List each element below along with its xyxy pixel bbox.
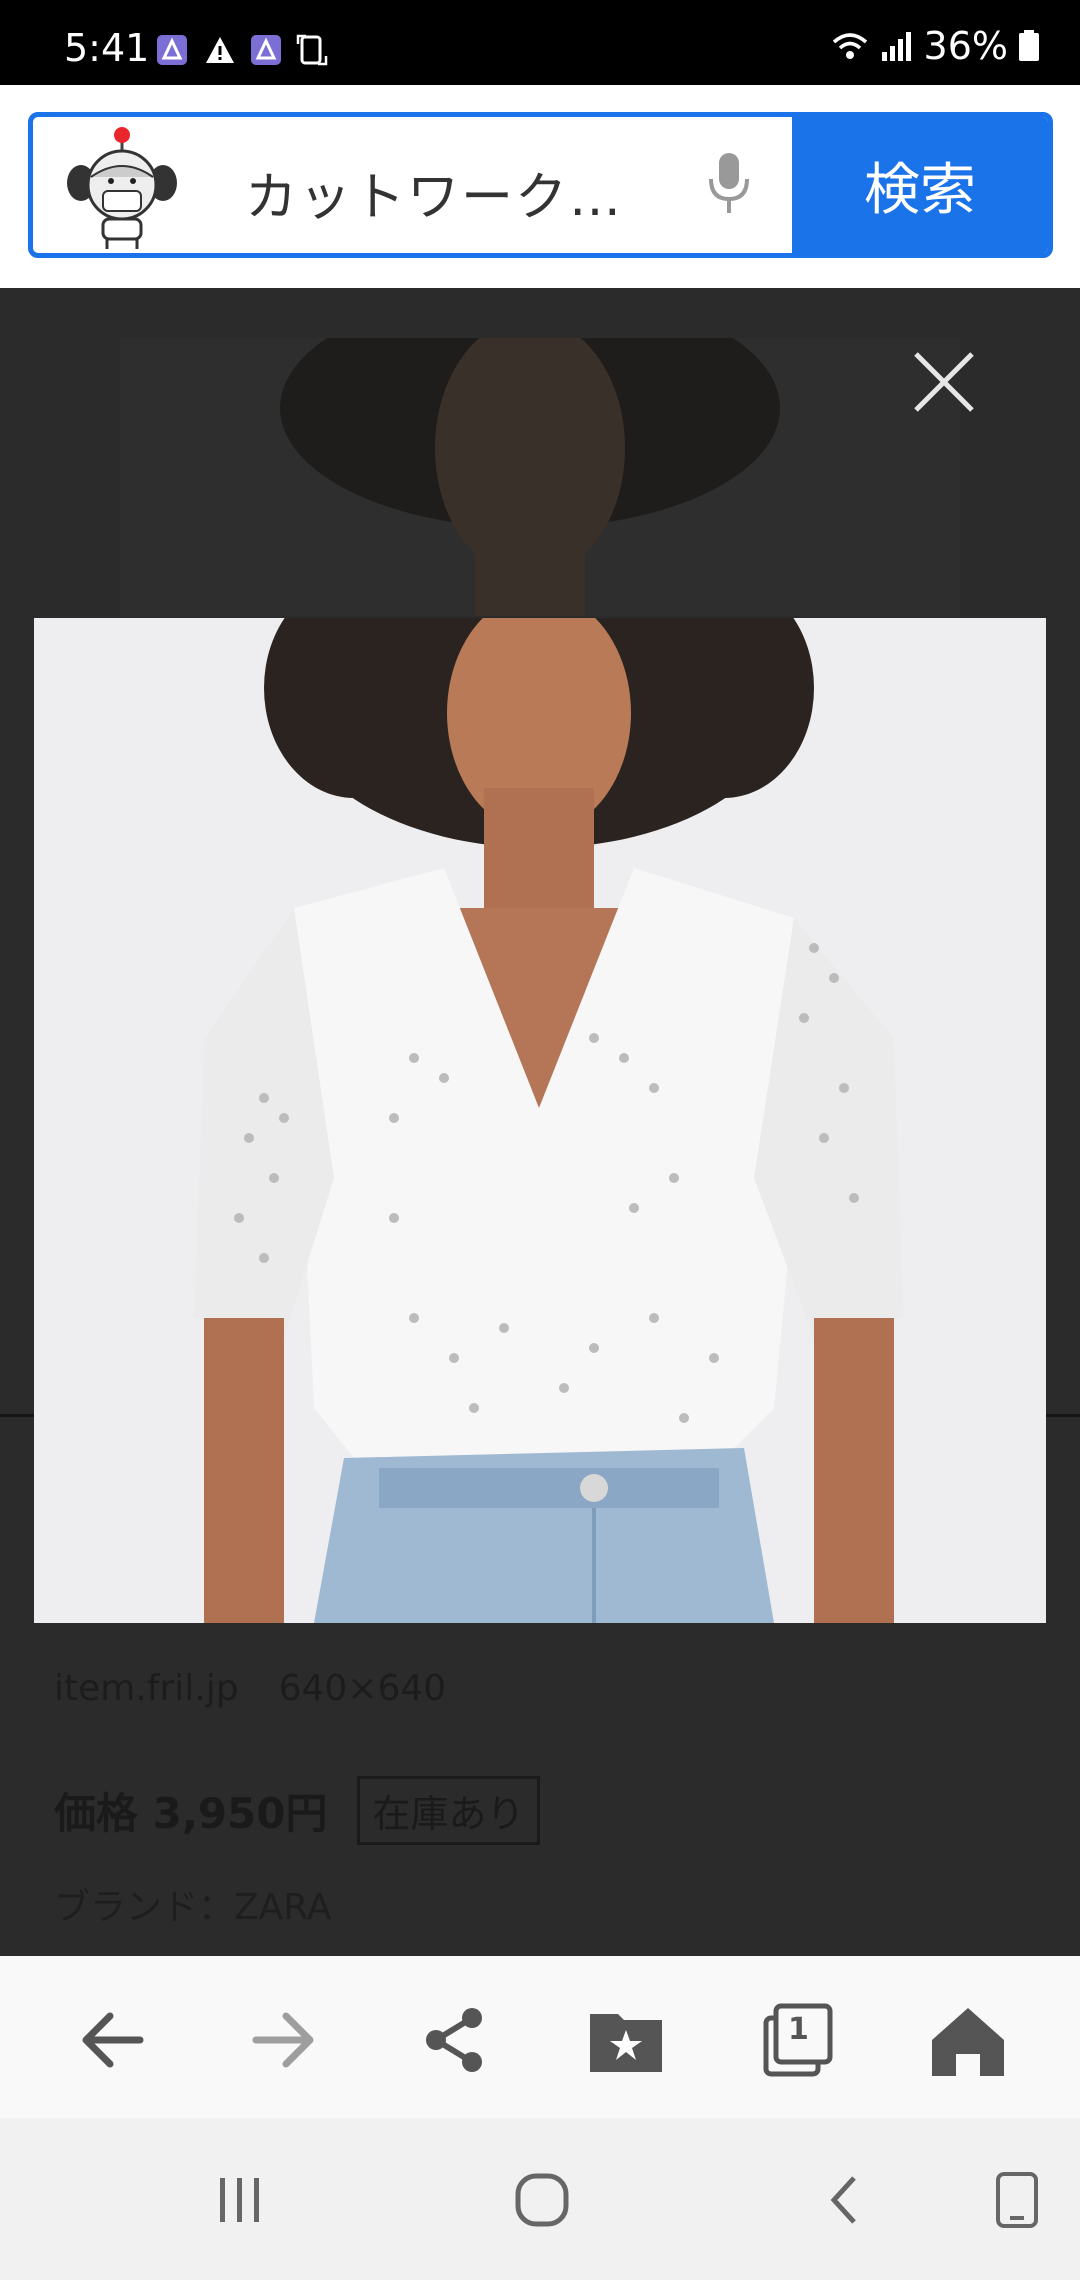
bookmark-icon[interactable] [586, 2000, 666, 2080]
warning-icon [206, 37, 234, 63]
rotate-icon[interactable] [988, 2170, 1048, 2230]
search-button[interactable]: 検索 [792, 117, 1048, 253]
battery-icon [1019, 30, 1039, 61]
share-icon[interactable] [416, 2000, 496, 2080]
recents-icon[interactable] [210, 2170, 270, 2230]
search-button-label: 検索 [864, 157, 976, 223]
close-icon[interactable] [900, 338, 988, 426]
tabs-button[interactable]: 1 [758, 2000, 838, 2080]
stock-badge: 在庫あり [357, 1776, 540, 1845]
battery-percent: 36% [923, 24, 1008, 68]
tab-count: 1 [788, 2012, 809, 2047]
product-image[interactable] [34, 618, 1046, 1623]
nav-back-icon[interactable] [816, 2170, 876, 2230]
forward-icon[interactable] [244, 2000, 324, 2080]
mascot-logo[interactable] [59, 125, 185, 251]
browser-toolbar: 1 [0, 1956, 1080, 2118]
wifi-icon [832, 33, 867, 59]
image-viewer: item.fril.jp 640×640 価格 3,950円 在庫あり ブランド：… [0, 288, 1080, 1956]
home-circle-icon[interactable] [512, 2170, 572, 2230]
android-nav-bar [0, 2118, 1080, 2280]
brand-text: ブランド：ZARA [54, 1887, 332, 1928]
price-row: 価格 3,950円 在庫あり [54, 1776, 540, 1845]
home-icon[interactable] [928, 2000, 1008, 2080]
mic-icon[interactable] [705, 151, 753, 215]
news-app-icon [251, 35, 281, 65]
price-text: 価格 3,950円 [54, 1789, 328, 1838]
signal-icon [881, 32, 911, 61]
background-image-preview [120, 338, 960, 616]
search-bar: カットワーク… 検索 [0, 85, 1080, 288]
status-time: 5:41 [64, 26, 150, 70]
back-icon[interactable] [72, 2000, 152, 2080]
source-domain[interactable]: item.fril.jp [54, 1668, 239, 1709]
image-source-info: item.fril.jp 640×640 [54, 1668, 446, 1709]
search-box[interactable]: カットワーク… 検索 [28, 112, 1053, 258]
screenshot-icon [296, 34, 328, 66]
search-input[interactable]: カットワーク… [245, 155, 623, 230]
status-bar: 5:41 36% [0, 0, 1080, 85]
news-app-icon [157, 35, 187, 65]
image-dimensions: 640×640 [278, 1668, 447, 1709]
